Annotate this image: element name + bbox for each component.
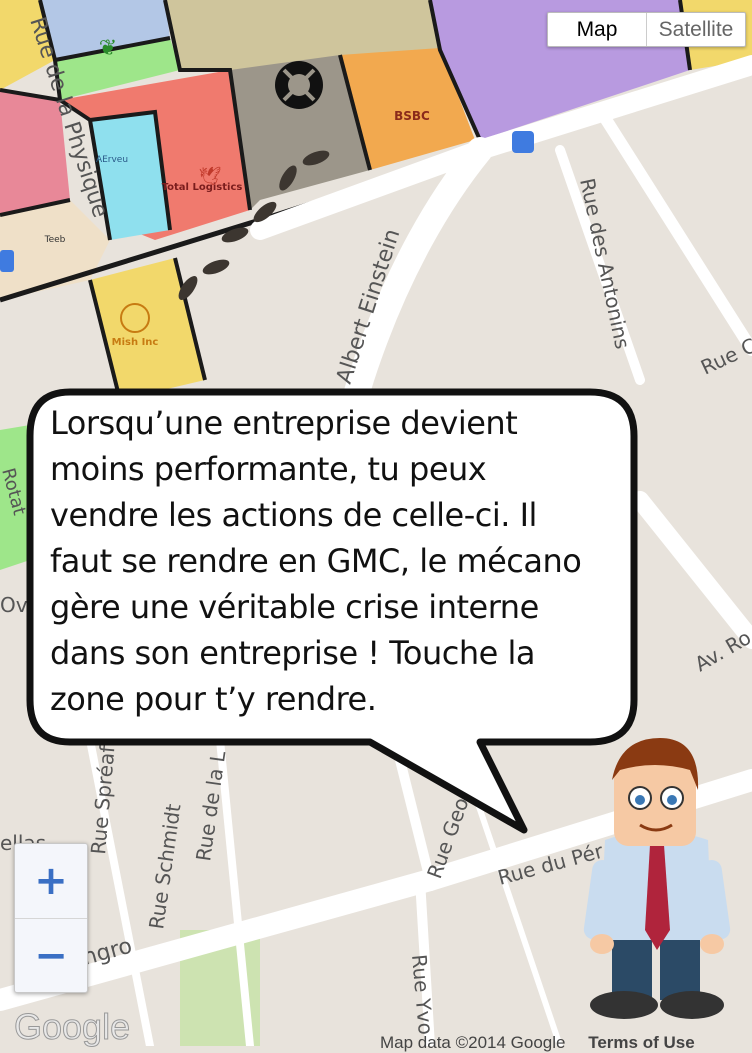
map-button[interactable]: Map <box>548 13 647 46</box>
bird-icon[interactable]: 🕊 <box>199 166 222 187</box>
map-type-control: Map Satellite <box>547 12 746 47</box>
bubble-line: gère une véritable crise interne <box>50 584 630 630</box>
bubble-message: Lorsqu’une entreprise devient moins perf… <box>50 400 630 722</box>
map-attribution: Map data ©2014 Google Terms of Use <box>380 1033 695 1053</box>
zoom-in-button[interactable]: + <box>15 844 87 919</box>
zoom-control: + − <box>14 843 88 993</box>
map-data-text: Map data ©2014 Google <box>380 1033 566 1052</box>
poi-bsbc: BSBC <box>394 109 430 123</box>
zoom-out-button[interactable]: − <box>15 919 87 993</box>
leaf-icon[interactable]: ❦ <box>99 36 117 61</box>
bubble-line: moins performante, tu peux <box>50 446 630 492</box>
poi-aerveu: AErveu <box>96 155 128 165</box>
gear-wrench-icon[interactable] <box>275 61 323 109</box>
bubble-line: Lorsqu’une entreprise devient <box>50 400 630 446</box>
transit-icon-left[interactable] <box>0 250 14 272</box>
poi-mish-inc: Mish Inc <box>112 337 159 348</box>
google-logo[interactable]: Google <box>14 1006 130 1048</box>
bubble-line: dans son entreprise ! Touche la <box>50 630 630 676</box>
bubble-line: zone pour t’y rendre. <box>50 676 630 722</box>
satellite-button[interactable]: Satellite <box>647 13 745 46</box>
transit-icon[interactable] <box>512 131 534 153</box>
bubble-line: vendre les actions de celle-ci. Il <box>50 492 630 538</box>
terms-of-use-link[interactable]: Terms of Use <box>588 1033 694 1052</box>
poi-teeb: Teeb <box>44 235 66 245</box>
bubble-line: faut se rendre en GMC, le mécano <box>50 538 630 584</box>
